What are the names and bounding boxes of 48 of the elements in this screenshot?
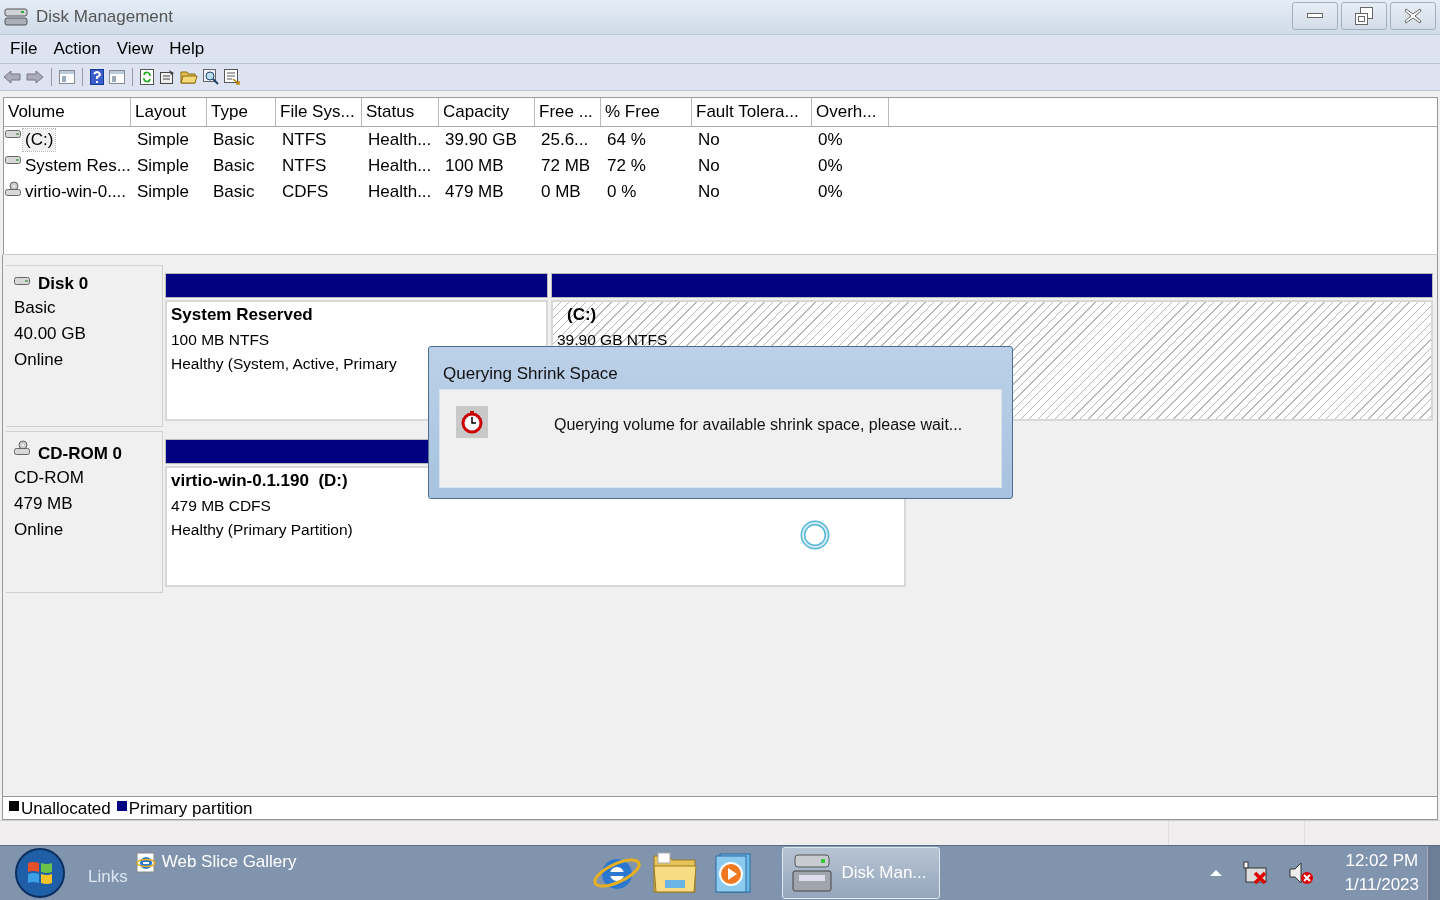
table-cell-text: Basic [212, 182, 256, 202]
table-cell-text: 479 MB [444, 182, 505, 202]
partition-name: (C:) [566, 305, 598, 325]
table-cell-text: 0% [817, 156, 844, 176]
partition-size: 39.90 GB NTFS [557, 331, 668, 349]
legend-label: Primary partition [128, 799, 253, 819]
table-cell-text: NTFS [281, 156, 328, 176]
table-cell-text: Simple [136, 182, 190, 202]
links-label: Links [88, 867, 128, 887]
table-cell-text: Simple [136, 130, 190, 150]
disk-name: CD-ROM 0 [38, 444, 123, 464]
table-cell-text: Health... [367, 156, 433, 176]
window-title: Disk Management [36, 7, 174, 27]
partition-name: System Reserved [171, 305, 314, 325]
table-cell-text: 0 MB [540, 182, 582, 202]
legend-label: Unallocated [21, 799, 111, 819]
table-cell-text: Simple [136, 156, 190, 176]
table-cell-text: 72 % [606, 156, 647, 176]
disk-detail: Online [14, 520, 65, 540]
partition-size: 100 MB NTFS [171, 331, 270, 349]
table-cell-text: 0% [817, 182, 844, 202]
disk-detail: CD-ROM [14, 468, 85, 488]
table-cell-text: NTFS [281, 130, 328, 150]
table-cell-text: 25.6... [540, 130, 590, 150]
table-cell-text: No [697, 182, 721, 202]
table-cell-text: CDFS [281, 182, 330, 202]
table-cell-text: Basic [212, 156, 256, 176]
disk-detail: Basic [14, 298, 57, 318]
table-cell-text: Basic [212, 130, 256, 150]
table-cell-text: 100 MB [444, 156, 505, 176]
table-cell-text: 39.90 GB [444, 130, 518, 150]
table-cell-text: No [697, 130, 721, 150]
table-cell-text: 72 MB [540, 156, 592, 176]
disk-detail: 40.00 GB [14, 324, 87, 344]
partition-name: virtio-win-0.1.190 (D:) [171, 471, 349, 491]
table-cell-text: No [697, 156, 721, 176]
partition-status: Healthy (Primary Partition) [171, 521, 353, 539]
disk-detail: Online [14, 350, 65, 370]
table-cell-text: 0 % [606, 182, 638, 202]
table-cell-text: Health... [367, 130, 433, 150]
table-cell-text: 0% [817, 130, 844, 150]
table-cell-text: Health... [367, 182, 433, 202]
disk-name: Disk 0 [38, 274, 89, 294]
partition-size: 479 MB CDFS [171, 497, 271, 515]
dialog-message: Querying volume for available shrink space, please wait... [554, 416, 963, 434]
table-cell-text: 64 % [606, 130, 647, 150]
disk-detail: 479 MB [14, 494, 74, 514]
partition-status: Healthy (System, Active, Primary [171, 355, 397, 373]
